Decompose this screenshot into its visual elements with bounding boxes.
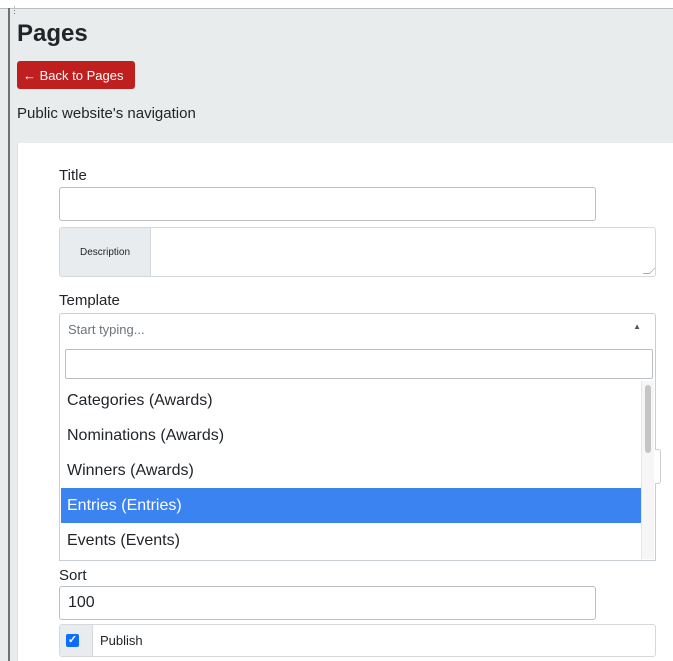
dropdown-scrollbar[interactable] (641, 381, 654, 559)
template-select[interactable]: Start typing... ▲ (59, 313, 656, 346)
template-placeholder: Start typing... (68, 322, 145, 337)
obscured-field-edge (655, 449, 661, 484)
checkbox-checked-icon[interactable]: ✓ (66, 634, 79, 647)
resize-handle-icon[interactable] (642, 267, 655, 274)
publish-field[interactable]: ✓ Publish (59, 624, 656, 657)
template-dropdown: Categories (Awards) Nominations (Awards)… (59, 345, 656, 561)
dropdown-option[interactable]: Winners (Awards) (61, 453, 641, 488)
panel-divider (8, 8, 10, 661)
publish-label: Publish (100, 633, 143, 648)
description-field[interactable]: Description (59, 227, 656, 277)
title-label: Title (59, 167, 87, 184)
scrollbar-thumb[interactable] (645, 385, 651, 453)
page-subtitle: Public website's navigation (17, 105, 196, 122)
sort-input[interactable] (59, 586, 596, 620)
caret-up-icon: ▲ (633, 322, 641, 331)
page-title: Pages (17, 20, 88, 47)
description-addon-label: Description (60, 228, 151, 276)
resize-grip-icon[interactable]: ⋮ (10, 6, 19, 22)
template-label: Template (59, 292, 120, 309)
back-to-pages-button[interactable]: ← Back to Pages (17, 61, 135, 89)
dropdown-option[interactable]: Categories (Awards) (61, 383, 641, 418)
dropdown-option[interactable]: Nominations (Awards) (61, 418, 641, 453)
dropdown-option-selected[interactable]: Entries (Entries) (61, 488, 641, 523)
dropdown-search-input[interactable] (65, 349, 653, 379)
sort-label: Sort (59, 567, 87, 584)
title-input[interactable] (59, 187, 596, 221)
dropdown-option[interactable]: Events (Events) (61, 523, 641, 558)
publish-checkbox-addon: ✓ (60, 625, 93, 656)
